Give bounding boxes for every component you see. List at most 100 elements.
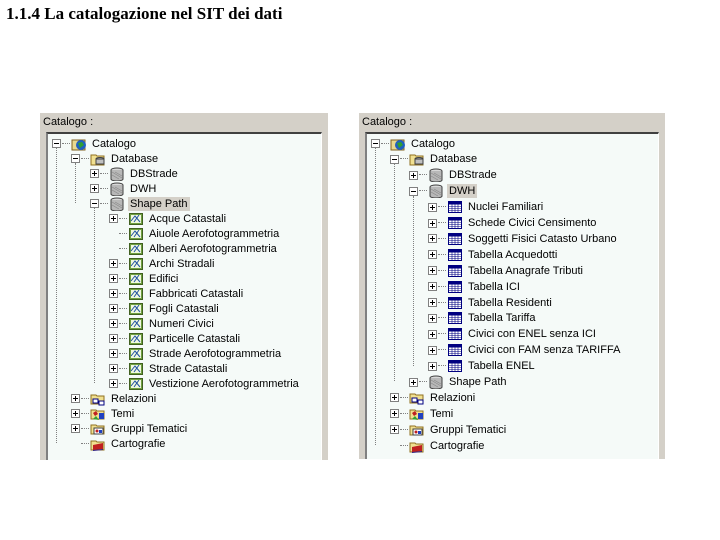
expand-icon[interactable] — [109, 259, 118, 268]
tree-item-label[interactable]: Edifici — [147, 272, 180, 286]
tree-item[interactable]: Acque Catastali — [109, 211, 228, 226]
collapse-icon[interactable] — [409, 186, 418, 196]
tree-item-label[interactable]: Nuclei Familiari — [466, 200, 545, 214]
tree-item-label[interactable]: Strade Catastali — [147, 362, 229, 376]
tree-item[interactable]: Tabella Acquedotti — [428, 247, 559, 262]
tree-item[interactable]: DBStrade — [90, 166, 180, 181]
tree-item-label[interactable]: Tabella Anagrafe Tributi — [466, 264, 585, 278]
tree-item-label[interactable]: Strade Aerofotogrammetria — [147, 347, 283, 361]
tree-item[interactable]: Fogli Catastali — [109, 301, 221, 316]
tree-item[interactable]: Cartografie — [71, 436, 167, 451]
expand-icon[interactable] — [109, 349, 118, 358]
tree-item[interactable]: Civici con ENEL senza ICI — [428, 327, 598, 342]
expand-icon[interactable] — [390, 425, 399, 435]
tree-item[interactable]: Vestizione Aerofotogrammetria — [109, 376, 301, 391]
expand-icon[interactable] — [109, 379, 118, 388]
tree-item[interactable]: Database — [390, 152, 479, 167]
tree-item-label[interactable]: Acque Catastali — [147, 212, 228, 226]
tree-item-label[interactable]: Fogli Catastali — [147, 302, 221, 316]
tree-item-label[interactable]: Fabbricati Catastali — [147, 287, 245, 301]
expand-icon[interactable] — [90, 184, 99, 193]
tree-item[interactable]: Numeri Civici — [109, 316, 216, 331]
tree-item[interactable]: Civici con FAM senza TARIFFA — [428, 343, 622, 358]
expand-icon[interactable] — [428, 266, 437, 276]
tree-item-label[interactable]: Shape Path — [128, 196, 190, 211]
tree-item[interactable]: Shape Path — [90, 196, 190, 211]
tree-item-label[interactable]: Numeri Civici — [147, 317, 216, 331]
expand-icon[interactable] — [109, 304, 118, 313]
tree-item[interactable]: Tabella Anagrafe Tributi — [428, 263, 585, 278]
tree-item[interactable]: Relazioni — [390, 390, 477, 405]
expand-icon[interactable] — [428, 313, 437, 323]
tree-item-label[interactable]: Archi Stradali — [147, 257, 216, 271]
tree-item[interactable]: Database — [71, 151, 160, 166]
tree-item[interactable]: Temi — [390, 406, 455, 421]
tree-item-label[interactable]: Database — [428, 152, 479, 166]
tree-item[interactable]: Archi Stradali — [109, 256, 216, 271]
tree-item-label[interactable]: Catalogo — [90, 137, 138, 151]
tree-item[interactable]: Particelle Catastali — [109, 331, 242, 346]
expand-icon[interactable] — [409, 170, 418, 180]
collapse-icon[interactable] — [71, 154, 80, 163]
tree-item-label[interactable]: Temi — [109, 407, 136, 421]
tree-item-label[interactable]: Schede Civici Censimento — [466, 216, 598, 230]
tree-item-label[interactable]: Tabella Residenti — [466, 296, 554, 310]
tree-item[interactable]: Tabella ICI — [428, 279, 522, 294]
tree-item[interactable]: Soggetti Fisici Catasto Urbano — [428, 231, 619, 246]
collapse-icon[interactable] — [52, 139, 61, 148]
tree-item[interactable]: Aiuole Aerofotogrammetria — [109, 226, 281, 241]
tree-item[interactable]: Temi — [71, 406, 136, 421]
expand-icon[interactable] — [428, 298, 437, 307]
tree-item-label[interactable]: Relazioni — [428, 391, 477, 405]
expand-icon[interactable] — [71, 409, 80, 418]
tree-item[interactable]: Strade Catastali — [109, 361, 229, 376]
tree-item[interactable]: Edifici — [109, 271, 180, 286]
expand-icon[interactable] — [109, 214, 118, 223]
tree-item[interactable]: Schede Civici Censimento — [428, 216, 598, 231]
tree-item-label[interactable]: Tabella ICI — [466, 280, 522, 294]
tree-item[interactable]: Alberi Aerofotogrammetria — [109, 241, 279, 256]
tree-item[interactable]: Fabbricati Catastali — [109, 286, 245, 301]
tree-item-label[interactable]: Aiuole Aerofotogrammetria — [147, 227, 281, 241]
tree-item[interactable]: Cartografie — [390, 438, 486, 453]
tree-item-label[interactable]: DWH — [128, 182, 158, 196]
tree-item[interactable]: DWH — [90, 181, 158, 196]
expand-icon[interactable] — [428, 234, 437, 244]
tree-item-label[interactable]: DBStrade — [447, 168, 499, 182]
tree-item[interactable]: Catalogo — [52, 136, 138, 151]
tree-item-label[interactable]: Particelle Catastali — [147, 332, 242, 346]
tree-item-label[interactable]: Catalogo — [409, 137, 457, 151]
catalog-tree[interactable]: Catalogo Database DBStrade DWH Nuclei Famili… — [365, 132, 659, 459]
tree-item-label[interactable]: Tabella Acquedotti — [466, 248, 559, 262]
expand-icon[interactable] — [109, 289, 118, 298]
tree-item[interactable]: Tabella Residenti — [428, 295, 554, 310]
expand-icon[interactable] — [428, 282, 437, 292]
tree-item-label[interactable]: Temi — [428, 407, 455, 421]
tree-item-label[interactable]: Vestizione Aerofotogrammetria — [147, 377, 301, 391]
tree-item-label[interactable]: DWH — [447, 184, 478, 199]
expand-icon[interactable] — [428, 345, 437, 355]
expand-icon[interactable] — [71, 394, 80, 403]
expand-icon[interactable] — [109, 364, 118, 373]
tree-item-label[interactable]: Tabella ENEL — [466, 359, 537, 373]
expand-icon[interactable] — [109, 319, 118, 328]
expand-icon[interactable] — [428, 218, 437, 228]
tree-item-label[interactable]: Civici con ENEL senza ICI — [466, 327, 598, 341]
collapse-icon[interactable] — [390, 154, 399, 164]
tree-item-label[interactable]: Relazioni — [109, 392, 158, 406]
tree-item[interactable]: DBStrade — [409, 168, 499, 183]
tree-item-label[interactable]: Soggetti Fisici Catasto Urbano — [466, 232, 619, 246]
expand-icon[interactable] — [428, 329, 437, 339]
expand-icon[interactable] — [90, 169, 99, 178]
tree-item-label[interactable]: Gruppi Tematici — [428, 423, 508, 437]
tree-item[interactable]: Strade Aerofotogrammetria — [109, 346, 283, 361]
expand-icon[interactable] — [109, 274, 118, 283]
tree-item[interactable]: Gruppi Tematici — [390, 422, 508, 437]
tree-item[interactable]: DWH — [409, 184, 478, 199]
tree-item[interactable]: Catalogo — [371, 136, 457, 151]
tree-item-label[interactable]: DBStrade — [128, 167, 180, 181]
collapse-icon[interactable] — [371, 139, 380, 148]
tree-item-label[interactable]: Tabella Tariffa — [466, 311, 537, 325]
tree-item-label[interactable]: Database — [109, 152, 160, 166]
tree-item-label[interactable]: Shape Path — [447, 375, 509, 389]
